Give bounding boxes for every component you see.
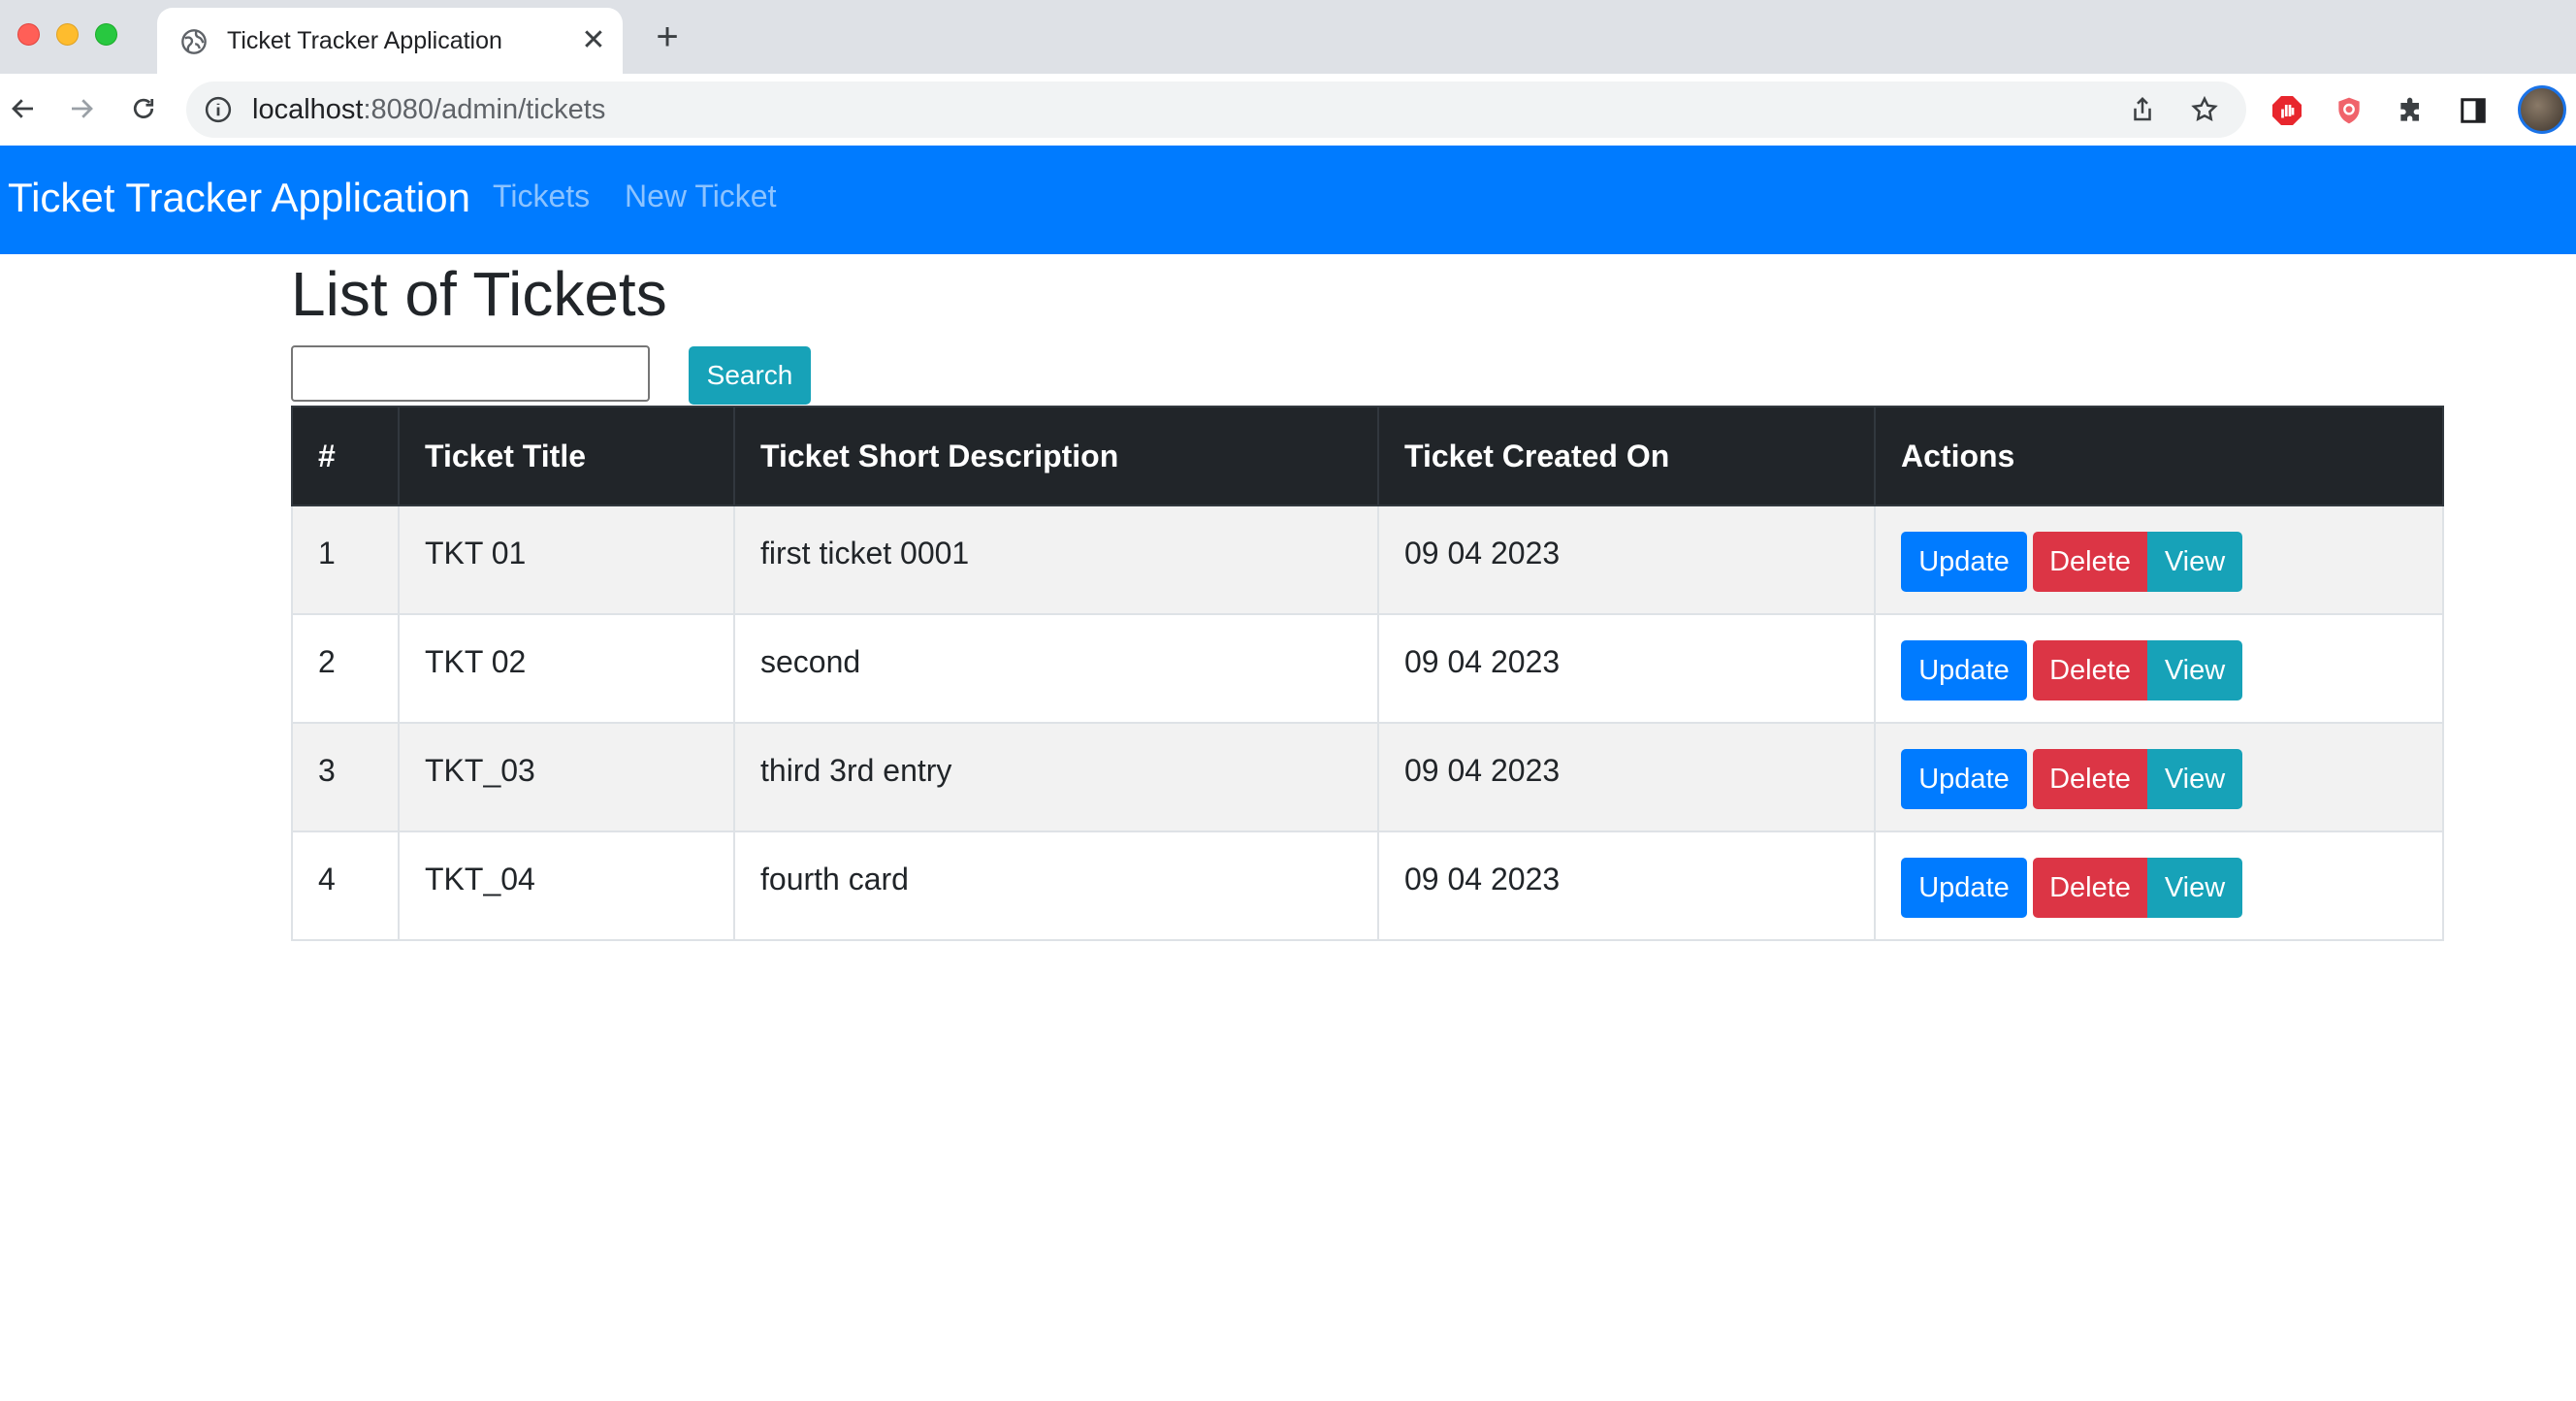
tickets-table: # Ticket Title Ticket Short Description … bbox=[291, 406, 2444, 941]
table-row: 3 TKT_03 third 3rd entry 09 04 2023 Upda… bbox=[291, 722, 2444, 832]
cell-description: third 3rd entry bbox=[733, 722, 1379, 832]
url-path: :8080/admin/tickets bbox=[363, 94, 606, 125]
cell-number: 3 bbox=[291, 722, 400, 832]
minimize-window-button[interactable] bbox=[56, 23, 79, 46]
app-navbar: Ticket Tracker Application Tickets New T… bbox=[0, 146, 2576, 254]
browser-chrome: Ticket Tracker Application ✕ + localhost… bbox=[0, 0, 2576, 146]
column-header-title: Ticket Title bbox=[398, 406, 735, 506]
delete-button[interactable]: Delete bbox=[2033, 640, 2147, 700]
info-icon[interactable] bbox=[204, 95, 233, 124]
update-button[interactable]: Update bbox=[1901, 749, 2027, 809]
search-input[interactable] bbox=[291, 345, 650, 402]
cell-created-on: 09 04 2023 bbox=[1377, 613, 1876, 724]
cell-created-on: 09 04 2023 bbox=[1377, 505, 1876, 615]
cell-actions: Update Delete View bbox=[1874, 722, 2444, 832]
new-tab-button[interactable]: + bbox=[646, 17, 689, 56]
forward-arrow-icon bbox=[72, 99, 93, 118]
column-header-actions: Actions bbox=[1874, 406, 2444, 506]
view-button[interactable]: View bbox=[2147, 858, 2242, 918]
table-row: 2 TKT 02 second 09 04 2023 Update Delete V… bbox=[291, 613, 2444, 724]
forward-button[interactable] bbox=[58, 85, 105, 132]
side-panel-icon[interactable] bbox=[2456, 93, 2491, 128]
page-title: List of Tickets bbox=[291, 259, 667, 329]
cell-created-on: 09 04 2023 bbox=[1377, 722, 1876, 832]
table-row: 1 TKT 01 first ticket 0001 09 04 2023 Up… bbox=[291, 505, 2444, 615]
cell-title: TKT_04 bbox=[398, 831, 735, 941]
cell-actions: Update Delete View bbox=[1874, 613, 2444, 724]
update-button[interactable]: Update bbox=[1901, 640, 2027, 700]
back-button[interactable] bbox=[0, 85, 47, 132]
back-arrow-icon bbox=[12, 99, 33, 118]
shield-extension-icon[interactable] bbox=[2332, 93, 2367, 128]
navbar-brand[interactable]: Ticket Tracker Application bbox=[8, 175, 470, 221]
column-header-number: # bbox=[291, 406, 400, 506]
cell-description: first ticket 0001 bbox=[733, 505, 1379, 615]
table-header-row: # Ticket Title Ticket Short Description … bbox=[291, 406, 2444, 506]
column-header-description: Ticket Short Description bbox=[733, 406, 1379, 506]
delete-button[interactable]: Delete bbox=[2033, 532, 2147, 592]
column-header-created-on: Ticket Created On bbox=[1377, 406, 1876, 506]
cell-actions: Update Delete View bbox=[1874, 831, 2444, 941]
cell-title: TKT 02 bbox=[398, 613, 735, 724]
delete-button[interactable]: Delete bbox=[2033, 749, 2147, 809]
tab-close-icon[interactable]: ✕ bbox=[576, 21, 611, 60]
cell-title: TKT_03 bbox=[398, 722, 735, 832]
cell-number: 2 bbox=[291, 613, 400, 724]
cell-description: second bbox=[733, 613, 1379, 724]
cell-created-on: 09 04 2023 bbox=[1377, 831, 1876, 941]
close-window-button[interactable] bbox=[17, 23, 40, 46]
share-icon[interactable] bbox=[2126, 93, 2159, 126]
view-button[interactable]: View bbox=[2147, 640, 2242, 700]
puzzle-extensions-icon[interactable] bbox=[2394, 93, 2429, 128]
browser-tab[interactable]: Ticket Tracker Application ✕ bbox=[157, 8, 623, 74]
cell-description: fourth card bbox=[733, 831, 1379, 941]
reload-button[interactable] bbox=[120, 85, 167, 132]
table-row: 4 TKT_04 fourth card 09 04 2023 Update De… bbox=[291, 831, 2444, 941]
cell-number: 4 bbox=[291, 831, 400, 941]
update-button[interactable]: Update bbox=[1901, 532, 2027, 592]
view-button[interactable]: View bbox=[2147, 532, 2242, 592]
url-host: localhost bbox=[252, 94, 364, 125]
globe-icon bbox=[181, 29, 207, 54]
search-button[interactable]: Search bbox=[689, 346, 811, 405]
cell-number: 1 bbox=[291, 505, 400, 615]
url-text[interactable]: localhost:8080/admin/tickets bbox=[252, 94, 605, 126]
profile-avatar[interactable] bbox=[2518, 85, 2566, 134]
tab-strip: Ticket Tracker Application ✕ + bbox=[0, 0, 2576, 74]
delete-button[interactable]: Delete bbox=[2033, 858, 2147, 918]
address-bar[interactable]: localhost:8080/admin/tickets bbox=[186, 81, 2246, 138]
nav-link-tickets[interactable]: Tickets bbox=[493, 179, 590, 214]
browser-toolbar: localhost:8080/admin/tickets bbox=[0, 74, 2576, 146]
nav-link-new-ticket[interactable]: New Ticket bbox=[625, 179, 776, 214]
update-button[interactable]: Update bbox=[1901, 858, 2027, 918]
bookmark-star-icon[interactable] bbox=[2188, 93, 2221, 126]
view-button[interactable]: View bbox=[2147, 749, 2242, 809]
adblock-extension-icon[interactable] bbox=[2270, 93, 2304, 128]
reload-icon bbox=[133, 98, 154, 118]
cell-actions: Update Delete View bbox=[1874, 505, 2444, 615]
tab-title: Ticket Tracker Application bbox=[227, 27, 502, 54]
maximize-window-button[interactable] bbox=[95, 23, 117, 46]
cell-title: TKT 01 bbox=[398, 505, 735, 615]
